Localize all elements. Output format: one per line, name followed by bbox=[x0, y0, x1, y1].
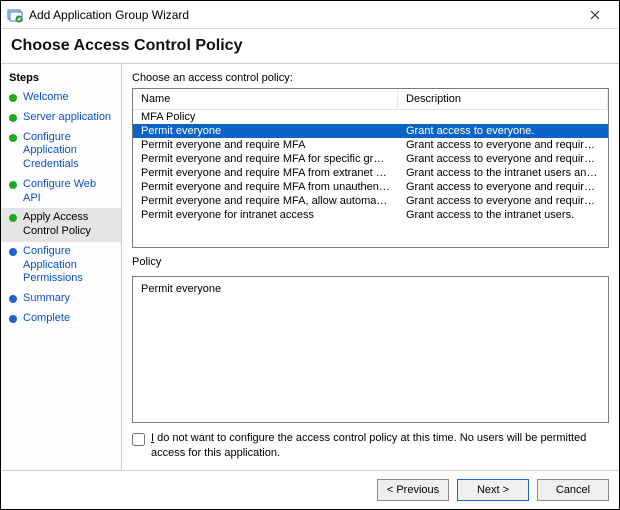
policy-detail-text: Permit everyone bbox=[141, 283, 221, 295]
policy-section-label: Policy bbox=[132, 254, 609, 272]
cell-desc bbox=[398, 111, 608, 123]
grid-body[interactable]: MFA Policy Permit everyone Grant access … bbox=[133, 110, 608, 247]
bullet-icon bbox=[9, 315, 17, 323]
cell-desc: Grant access to everyone and require MFA… bbox=[398, 153, 608, 165]
bullet-icon bbox=[9, 134, 17, 142]
policy-row-selected[interactable]: Permit everyone Grant access to everyone… bbox=[133, 124, 608, 138]
step-server-application[interactable]: Server application bbox=[1, 108, 121, 128]
policy-row[interactable]: MFA Policy bbox=[133, 110, 608, 124]
main-area: Steps Welcome Server application Configu… bbox=[1, 63, 619, 470]
cell-name: Permit everyone bbox=[133, 125, 398, 137]
content-area: Choose an access control policy: Name De… bbox=[122, 64, 619, 470]
steps-sidebar: Steps Welcome Server application Configu… bbox=[1, 64, 122, 470]
app-icon bbox=[7, 7, 23, 23]
bullet-icon bbox=[9, 295, 17, 303]
step-label: Configure Application Credentials bbox=[23, 131, 115, 172]
step-configure-permissions[interactable]: Configure Application Permissions bbox=[1, 242, 121, 289]
cell-name: Permit everyone for intranet access bbox=[133, 209, 398, 221]
bullet-icon bbox=[9, 214, 17, 222]
cell-desc: Grant access to the intranet users and r… bbox=[398, 167, 608, 179]
label-rest: do not want to configure the access cont… bbox=[151, 432, 586, 458]
step-summary[interactable]: Summary bbox=[1, 289, 121, 309]
previous-button[interactable]: < Previous bbox=[377, 479, 449, 501]
bullet-icon bbox=[9, 94, 17, 102]
policy-detail-box: Permit everyone bbox=[132, 276, 609, 423]
cell-name: Permit everyone and require MFA bbox=[133, 139, 398, 151]
policy-row[interactable]: Permit everyone and require MFA from una… bbox=[133, 180, 608, 194]
close-button[interactable] bbox=[577, 3, 613, 27]
policy-row[interactable]: Permit everyone for intranet access Gran… bbox=[133, 208, 608, 222]
cell-desc: Grant access to everyone and require MFA… bbox=[398, 195, 608, 207]
step-welcome[interactable]: Welcome bbox=[1, 88, 121, 108]
policy-list-label: Choose an access control policy: bbox=[132, 70, 609, 88]
column-description[interactable]: Description bbox=[398, 89, 608, 109]
step-label: Configure Application Permissions bbox=[23, 245, 115, 286]
cell-desc: Grant access to everyone and require MFA… bbox=[398, 139, 608, 151]
bullet-icon bbox=[9, 181, 17, 189]
close-icon bbox=[590, 10, 600, 20]
step-complete[interactable]: Complete bbox=[1, 309, 121, 329]
cell-name: Permit everyone and require MFA for spec… bbox=[133, 153, 398, 165]
column-name[interactable]: Name bbox=[133, 89, 398, 109]
step-label: Complete bbox=[23, 312, 115, 326]
grid-header: Name Description bbox=[133, 89, 608, 110]
cell-name: MFA Policy bbox=[133, 111, 398, 123]
next-button[interactable]: Next > bbox=[457, 479, 529, 501]
cell-name: Permit everyone and require MFA from ext… bbox=[133, 167, 398, 179]
steps-header: Steps bbox=[1, 68, 121, 88]
skip-policy-label[interactable]: I do not want to configure the access co… bbox=[151, 431, 609, 460]
bullet-icon bbox=[9, 248, 17, 256]
step-configure-web-api[interactable]: Configure Web API bbox=[1, 175, 121, 209]
bullet-icon bbox=[9, 114, 17, 122]
step-configure-credentials[interactable]: Configure Application Credentials bbox=[1, 128, 121, 175]
cell-name: Permit everyone and require MFA from una… bbox=[133, 181, 398, 193]
step-apply-access-control[interactable]: Apply Access Control Policy bbox=[1, 208, 121, 242]
policy-row[interactable]: Permit everyone and require MFA from ext… bbox=[133, 166, 608, 180]
policy-row[interactable]: Permit everyone and require MFA for spec… bbox=[133, 152, 608, 166]
skip-policy-checkbox-row: I do not want to configure the access co… bbox=[132, 423, 609, 464]
page-heading: Choose Access Control Policy bbox=[1, 29, 619, 63]
window-title: Add Application Group Wizard bbox=[29, 8, 577, 22]
step-label: Welcome bbox=[23, 91, 115, 105]
step-label: Summary bbox=[23, 292, 115, 306]
wizard-footer: < Previous Next > Cancel bbox=[1, 470, 619, 509]
policy-row[interactable]: Permit everyone and require MFA Grant ac… bbox=[133, 138, 608, 152]
cell-desc: Grant access to everyone and require MFA… bbox=[398, 181, 608, 193]
policy-grid: Name Description MFA Policy Permit every… bbox=[132, 88, 609, 248]
step-label: Configure Web API bbox=[23, 178, 115, 206]
policy-row[interactable]: Permit everyone and require MFA, allow a… bbox=[133, 194, 608, 208]
cell-desc: Grant access to the intranet users. bbox=[398, 209, 608, 221]
cell-desc: Grant access to everyone. bbox=[398, 125, 608, 137]
cell-name: Permit everyone and require MFA, allow a… bbox=[133, 195, 398, 207]
skip-policy-checkbox[interactable] bbox=[132, 433, 145, 446]
cancel-button[interactable]: Cancel bbox=[537, 479, 609, 501]
step-label: Server application bbox=[23, 111, 115, 125]
step-label: Apply Access Control Policy bbox=[23, 211, 115, 239]
titlebar: Add Application Group Wizard bbox=[1, 1, 619, 29]
